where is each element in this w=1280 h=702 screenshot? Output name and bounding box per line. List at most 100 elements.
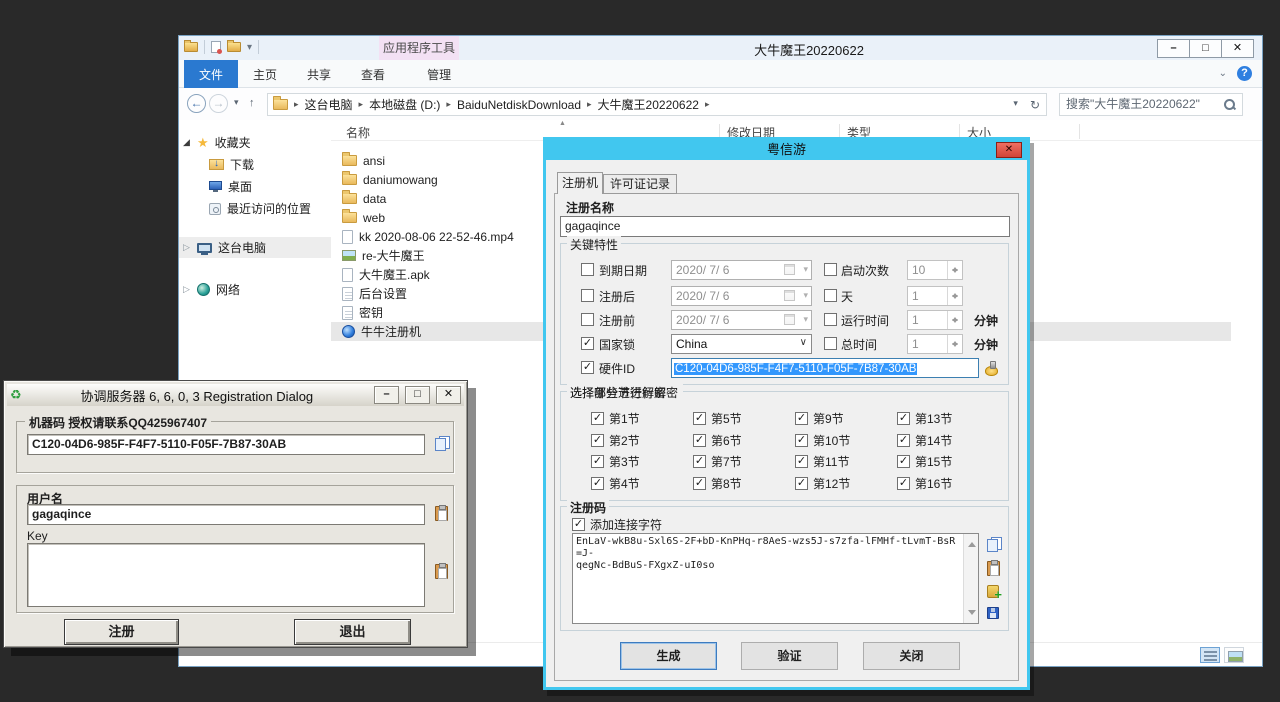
section-checkbox[interactable]: ✓第10节	[795, 430, 897, 452]
generate-button[interactable]: 生成	[620, 642, 717, 670]
checkbox[interactable]: ✓	[693, 477, 706, 490]
copy-icon[interactable]	[435, 436, 450, 451]
checkbox[interactable]: ✓	[795, 477, 808, 490]
section-checkbox[interactable]: ✓第5节	[693, 408, 795, 430]
dropdown-chevron-icon[interactable]: ▾	[803, 290, 808, 301]
add-key-icon[interactable]	[987, 585, 999, 598]
key-field[interactable]	[27, 543, 425, 607]
section-checkbox[interactable]: ✓第8节	[693, 473, 795, 495]
checkbox[interactable]: ✓	[581, 361, 594, 374]
dropdown-chevron-icon[interactable]: ∨	[800, 337, 807, 348]
checkbox[interactable]: ✓	[795, 412, 808, 425]
maximize-button[interactable]: □	[1189, 39, 1222, 58]
checkbox[interactable]	[824, 313, 837, 326]
checkbox[interactable]	[824, 263, 837, 276]
section-checkbox[interactable]: ✓第1节	[591, 408, 693, 430]
sidebar-item-favorites[interactable]: ◢ ★ 收藏夹	[179, 132, 331, 153]
checkbox[interactable]: ✓	[581, 337, 594, 350]
checkbox[interactable]: ✓	[693, 412, 706, 425]
tab-license-history[interactable]: 许可证记录	[603, 174, 677, 194]
breadcrumb-item[interactable]: 这台电脑	[305, 96, 353, 113]
exit-button[interactable]: 退出	[294, 619, 411, 645]
reg-name-input[interactable]: gagaqince	[560, 216, 1010, 237]
close-button[interactable]: ✕	[436, 386, 461, 404]
save-icon[interactable]	[987, 607, 999, 619]
section-checkbox[interactable]: ✓第13节	[897, 408, 999, 430]
section-checkbox[interactable]: ✓第7节	[693, 451, 795, 473]
checkbox[interactable]	[581, 289, 594, 302]
sidebar-item-this-pc[interactable]: ▷ 这台电脑	[179, 237, 331, 258]
checkbox[interactable]	[824, 337, 837, 350]
section-checkbox[interactable]: ✓第11节	[795, 451, 897, 473]
expander-closed-icon[interactable]: ▷	[183, 242, 191, 253]
checkbox[interactable]: ✓	[795, 434, 808, 447]
date-field[interactable]: 2020/ 7/ 6▾	[671, 260, 812, 280]
history-chevron-icon[interactable]: ▾	[234, 97, 239, 108]
checkbox[interactable]: ✓	[897, 477, 910, 490]
checkbox[interactable]: ✓	[693, 455, 706, 468]
minimize-button[interactable]: –	[374, 386, 399, 404]
ribbon-tab-file[interactable]: 文件	[184, 60, 238, 88]
breadcrumb-item[interactable]: 大牛魔王20220622	[598, 96, 699, 113]
refresh-icon[interactable]: ↻	[1030, 98, 1040, 112]
checkbox[interactable]: ✓	[897, 434, 910, 447]
number-spinner[interactable]: 10	[907, 260, 963, 280]
ribbon-tab-share[interactable]: 共享	[292, 60, 346, 88]
machine-code-field[interactable]: C120-04D6-985F-F4F7-5110-F05F-7B87-30AB	[27, 434, 425, 455]
breadcrumb-bar[interactable]: ▸ 这台电脑▸本地磁盘 (D:)▸BaiduNetdiskDownload▸大牛…	[267, 93, 1047, 116]
username-field[interactable]: gagaqince	[27, 504, 425, 525]
section-checkbox[interactable]: ✓第9节	[795, 408, 897, 430]
checkbox[interactable]: ✓	[795, 455, 808, 468]
thumbnail-view-button[interactable]	[1224, 647, 1244, 663]
section-checkbox[interactable]: ✓第4节	[591, 473, 693, 495]
section-checkbox[interactable]: ✓第15节	[897, 451, 999, 473]
date-field[interactable]: 2020/ 7/ 6▾	[671, 286, 812, 306]
register-button[interactable]: 注册	[64, 619, 179, 645]
scrollbar[interactable]	[963, 534, 978, 623]
maximize-button[interactable]: □	[405, 386, 430, 404]
section-checkbox[interactable]: ✓第16节	[897, 473, 999, 495]
checkbox[interactable]	[581, 263, 594, 276]
checkbox[interactable]: ✓	[591, 455, 604, 468]
address-dropdown-chevron-icon[interactable]: ▾	[1013, 98, 1018, 112]
verify-button[interactable]: 验证	[741, 642, 838, 670]
paste-icon[interactable]	[435, 506, 448, 521]
number-spinner[interactable]: 1	[907, 334, 963, 354]
expander-open-icon[interactable]: ◢	[183, 137, 191, 148]
date-field[interactable]: 2020/ 7/ 6▾	[671, 310, 812, 330]
join-chars-checkbox[interactable]: ✓ 添加连接字符	[572, 516, 662, 533]
spinner-buttons[interactable]	[947, 287, 962, 305]
spinner-buttons[interactable]	[947, 335, 962, 353]
ribbon-tab-manage[interactable]: 管理	[412, 60, 466, 88]
reg-code-textarea[interactable]: EnLaV-wkB8u-Sxl6S-2F+bD-KnPHq-r8AeS-wzs5…	[572, 533, 979, 624]
number-spinner[interactable]: 1	[907, 286, 963, 306]
checkbox[interactable]	[581, 313, 594, 326]
checkbox[interactable]: ✓	[591, 412, 604, 425]
new-folder-icon[interactable]	[227, 42, 241, 52]
forward-button[interactable]: →	[209, 94, 228, 113]
help-icon[interactable]: ?	[1237, 66, 1252, 81]
section-checkbox[interactable]: ✓第3节	[591, 451, 693, 473]
checkbox[interactable]: ✓	[897, 455, 910, 468]
dropdown-chevron-icon[interactable]: ▾	[803, 264, 808, 275]
sidebar-item-downloads[interactable]: 下载	[179, 154, 331, 175]
dropdown-chevron-icon[interactable]: ▾	[803, 314, 808, 325]
number-spinner[interactable]: 1	[907, 310, 963, 330]
country-select[interactable]: China∨	[671, 334, 812, 354]
minimize-button[interactable]: –	[1157, 39, 1190, 58]
checkbox[interactable]: ✓	[591, 477, 604, 490]
thumbprint-icon[interactable]	[985, 366, 998, 376]
checkbox[interactable]: ✓	[591, 434, 604, 447]
close-button[interactable]: ✕	[1221, 39, 1254, 58]
up-button[interactable]: ↑	[249, 97, 255, 109]
section-checkbox[interactable]: ✓第6节	[693, 430, 795, 452]
ribbon-collapse-chevron-icon[interactable]: ⌄	[1219, 68, 1227, 79]
checkbox[interactable]	[824, 289, 837, 302]
paste-icon[interactable]	[435, 564, 448, 579]
close-button[interactable]: ✕	[996, 142, 1022, 158]
paste-icon[interactable]	[987, 561, 1000, 576]
checkbox[interactable]: ✓	[897, 412, 910, 425]
checkbox[interactable]: ✓	[572, 518, 585, 531]
spinner-buttons[interactable]	[947, 311, 962, 329]
sidebar-item-recent-places[interactable]: 最近访问的位置	[179, 198, 331, 219]
